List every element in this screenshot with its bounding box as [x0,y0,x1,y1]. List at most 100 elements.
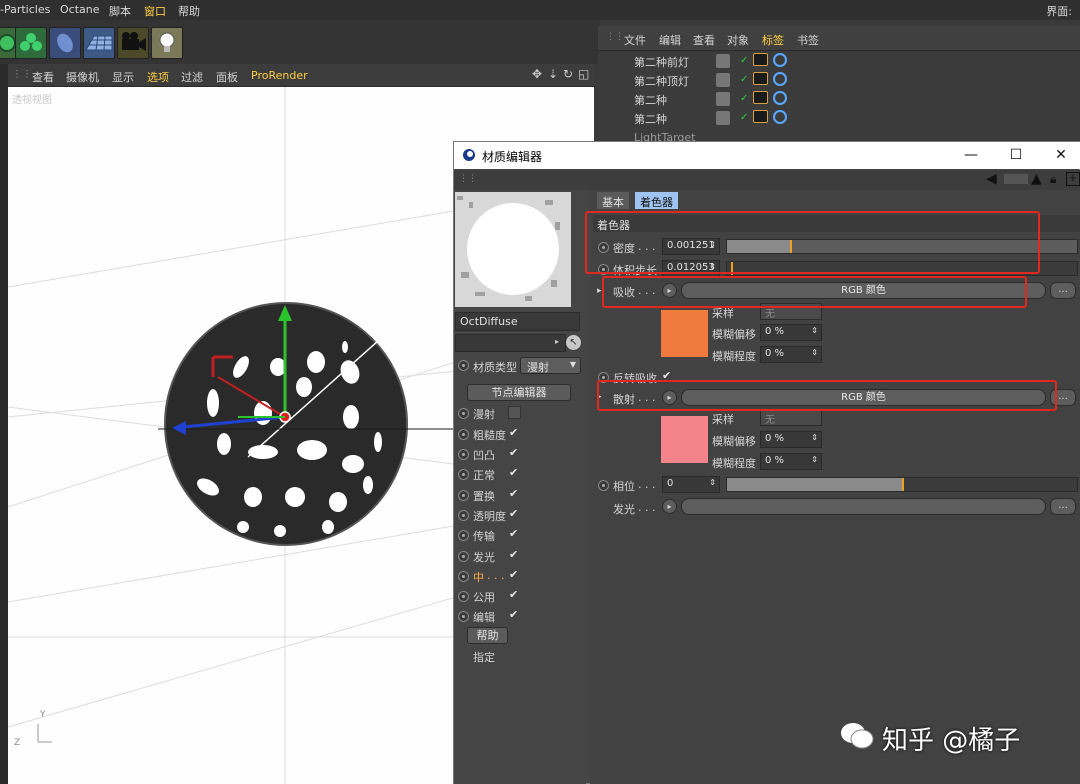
om-menu-bookmarks[interactable]: 书签 [797,32,819,48]
check-icon[interactable]: ✔ [509,507,518,520]
radio-icon[interactable] [458,510,469,521]
object-name[interactable]: 第二种前灯 [634,54,689,70]
back-arrow-icon[interactable]: ◀ [986,171,997,187]
stepper-icon[interactable]: ⇕ [811,326,818,335]
om-menu-edit[interactable]: 编辑 [659,32,681,48]
radio-icon[interactable] [458,469,469,480]
light-tag-icon[interactable] [753,53,768,66]
radio-icon[interactable] [458,591,469,602]
scattering-sampling-dropdown[interactable]: 无 [760,409,822,426]
channel-common-label[interactable]: 公用 [473,589,495,605]
scattering-blur-offset-input[interactable]: 0 % ⇕ [760,431,822,448]
channel-bump-label[interactable]: 凹凸 [473,447,495,463]
octane-tag-icon[interactable] [773,72,787,86]
grip-icon[interactable]: ⋮⋮ [12,69,32,80]
zoom-view-icon[interactable]: ⇣ [548,67,558,81]
vp-menu-view[interactable]: 查看 [32,69,54,85]
layer-icon[interactable] [716,54,730,68]
menu-window[interactable]: 窗口 [144,3,166,19]
radio-icon[interactable] [458,360,469,371]
channel-displacement-label[interactable]: 置换 [473,488,495,504]
floor-icon[interactable] [83,27,115,59]
stepper-icon[interactable]: ⇕ [709,478,716,487]
om-menu-tags[interactable]: 标签 [762,32,784,48]
check-icon[interactable]: ✔ [509,466,518,479]
close-button[interactable]: ✕ [1046,145,1076,165]
emission-menu-icon[interactable]: ▸ [662,499,677,514]
absorption-more-button[interactable]: ... [1050,282,1076,299]
pointer-icon[interactable]: ↖ [566,335,581,350]
radio-icon[interactable] [598,480,609,491]
stepper-icon[interactable]: ⇕ [811,433,818,442]
help-button[interactable]: 帮助 [467,627,508,644]
layer-icon[interactable] [716,73,730,87]
expand-arrow-icon[interactable]: ▸ [597,286,602,296]
tab-basic[interactable]: 基本 [597,192,629,209]
stepper-icon[interactable]: ⇕ [811,348,818,357]
vp-menu-camera[interactable]: 摄像机 [66,69,99,85]
channel-editor-label[interactable]: 编辑 [473,609,495,625]
radio-icon[interactable] [458,449,469,460]
history-field[interactable] [1004,174,1028,184]
grip-icon[interactable]: ⋮⋮ [459,174,477,184]
material-type-dropdown[interactable]: 漫射 ▼ [520,357,581,374]
play-icon[interactable]: ▸ [555,337,559,346]
channel-roughness-label[interactable]: 粗糙度 [473,427,506,443]
tab-shader[interactable]: 着色器 [635,192,678,209]
enabled-check-icon[interactable]: ✓ [740,112,748,123]
octane-tag-icon[interactable] [773,110,787,124]
check-icon[interactable]: ✔ [509,527,518,540]
om-menu-view[interactable]: 查看 [693,32,715,48]
material-search-field[interactable] [455,334,566,352]
light-icon[interactable] [151,27,183,59]
object-name[interactable]: 第二种 [634,92,667,108]
material-name-field[interactable]: OctDiffuse [455,312,580,331]
cloner-icon[interactable] [15,27,47,59]
material-preview[interactable] [455,192,571,307]
channel-opacity-label[interactable]: 透明度 [473,508,506,524]
scattering-blur-scale-input[interactable]: 0 % ⇕ [760,453,822,470]
radio-icon[interactable] [458,408,469,419]
phase-slider-handle[interactable] [902,478,904,491]
channel-normal-label[interactable]: 正常 [473,467,495,483]
vp-menu-prorender[interactable]: ProRender [251,69,308,82]
move-view-icon[interactable]: ✥ [532,67,542,81]
object-row[interactable] [610,109,1080,127]
check-icon[interactable]: ✔ [509,487,518,500]
radio-icon[interactable] [458,429,469,440]
assign-label[interactable]: 指定 [473,649,495,665]
check-icon[interactable]: ✔ [509,446,518,459]
light-tag-icon[interactable] [753,110,768,123]
node-editor-button[interactable]: 节点编辑器 [467,384,571,401]
radio-icon[interactable] [458,571,469,582]
absorption-color-swatch[interactable] [661,310,708,357]
enabled-check-icon[interactable]: ✓ [740,74,748,85]
enabled-check-icon[interactable]: ✓ [740,55,748,66]
channel-diffuse-label[interactable]: 漫射 [473,406,495,422]
minimize-button[interactable]: — [956,145,986,165]
layer-icon[interactable] [716,92,730,106]
check-icon[interactable]: ✔ [509,426,518,439]
om-menu-objects[interactable]: 对象 [727,32,749,48]
check-icon[interactable]: ✔ [509,608,518,621]
up-arrow-icon[interactable]: ▲ [1031,171,1042,187]
grip-icon[interactable]: ⋮⋮ [606,32,624,42]
radio-icon[interactable] [458,611,469,622]
lock-icon[interactable]: 🔒︎ [1050,172,1056,187]
radio-icon[interactable] [458,551,469,562]
layer-icon[interactable] [716,111,730,125]
menu-octane[interactable]: Octane [60,3,100,16]
vp-menu-panel[interactable]: 面板 [216,69,238,85]
object-name[interactable]: 第二种顶灯 [634,73,689,89]
channel-diffuse-checkbox[interactable] [508,406,521,419]
channel-medium-label[interactable]: 中 [473,569,484,585]
om-menu-file[interactable]: 文件 [624,32,646,48]
light-tag-icon[interactable] [753,91,768,104]
channel-transmission-label[interactable]: 传输 [473,528,495,544]
phase-input[interactable]: 0 ⇕ [662,476,720,493]
phase-slider[interactable] [726,477,1078,492]
menu-particles[interactable]: -Particles [0,3,50,16]
radio-icon[interactable] [458,530,469,541]
enabled-check-icon[interactable]: ✓ [740,93,748,104]
vp-menu-display[interactable]: 显示 [112,69,134,85]
